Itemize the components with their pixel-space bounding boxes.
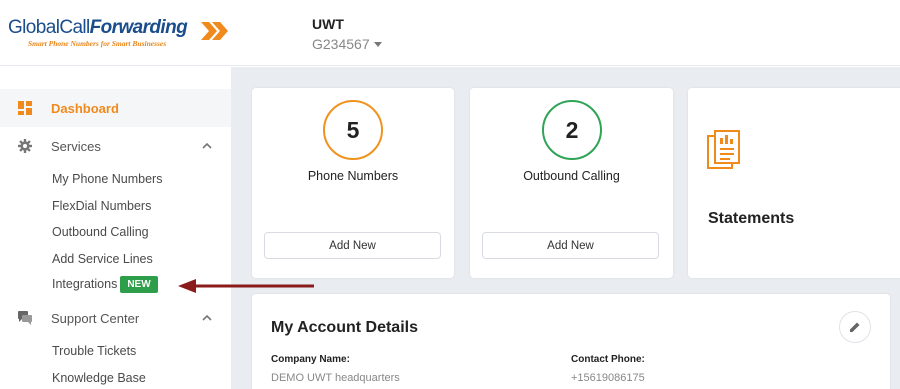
chevron-up-icon[interactable] <box>202 314 212 321</box>
outbound-calling-card: 2 Outbound Calling Add New <box>470 88 673 278</box>
outbound-calling-count[interactable]: 2 <box>542 100 602 160</box>
chat-icon <box>18 311 32 325</box>
sidebar-item-support-center[interactable]: Support Center <box>0 299 231 337</box>
phone-numbers-title: Phone Numbers <box>307 169 399 183</box>
sidebar-item-trouble-tickets[interactable]: Trouble Tickets <box>52 344 136 358</box>
sidebar-item-flexdial-numbers[interactable]: FlexDial Numbers <box>52 199 151 213</box>
caret-down-icon <box>373 41 382 47</box>
sidebar-item-services[interactable]: Services <box>0 127 231 165</box>
account-details-title: My Account Details <box>271 319 418 336</box>
account-name: UWT <box>312 16 344 32</box>
contact-phone-label: Contact Phone: <box>571 354 645 365</box>
top-bar: GlobalCallForwarding Smart Phone Numbers… <box>0 0 900 66</box>
account-details-card: My Account Details Company Name: DEMO UW… <box>252 294 890 389</box>
logo-wordmark: GlobalCallForwarding <box>8 17 188 38</box>
statements-title: Statements <box>708 210 795 227</box>
sidebar-item-add-service-lines[interactable]: Add Service Lines <box>52 252 153 266</box>
outbound-calling-title: Outbound Calling <box>523 169 620 183</box>
document-icon <box>707 130 740 169</box>
logo-tagline: Smart Phone Numbers for Smart Businesses <box>28 39 167 48</box>
chevron-up-icon[interactable] <box>202 142 212 149</box>
account-id-dropdown[interactable]: G234567 <box>312 36 382 52</box>
phone-numbers-count[interactable]: 5 <box>323 100 383 160</box>
sidebar-item-outbound-calling[interactable]: Outbound Calling <box>52 225 149 239</box>
add-outbound-calling-button[interactable]: Add New <box>482 232 659 259</box>
new-badge: NEW <box>120 276 158 293</box>
sidebar-item-label: Support Center <box>51 310 140 326</box>
gear-icon <box>18 139 32 153</box>
company-name-value: DEMO UWT headquarters <box>271 372 400 384</box>
sidebar-item-dashboard[interactable]: Dashboard <box>0 89 231 127</box>
main-content: 5 Phone Numbers Add New 2 Outbound Calli… <box>231 67 900 389</box>
contact-phone-value: +15619086175 <box>571 372 645 384</box>
logo-arrows-icon <box>201 22 228 40</box>
brand-logo[interactable]: GlobalCallForwarding Smart Phone Numbers… <box>8 18 233 58</box>
account-switcher[interactable]: UWT G234567 <box>312 16 382 52</box>
sidebar-item-my-phone-numbers[interactable]: My Phone Numbers <box>52 172 162 186</box>
sidebar: Dashboard Services My Phone Numbers Flex… <box>0 67 231 389</box>
sidebar-item-knowledge-base[interactable]: Knowledge Base <box>52 371 146 385</box>
sidebar-item-label: Services <box>51 138 101 154</box>
sidebar-item-integrations[interactable]: Integrations NEW <box>52 276 158 293</box>
sidebar-item-label: Dashboard <box>51 100 119 116</box>
company-name-label: Company Name: <box>271 354 350 365</box>
pencil-icon <box>850 322 860 332</box>
phone-numbers-card: 5 Phone Numbers Add New <box>252 88 454 278</box>
pointer-arrow-icon <box>178 279 314 293</box>
dashboard-icon <box>18 101 32 115</box>
sidebar-item-label: Integrations <box>52 277 118 291</box>
add-phone-number-button[interactable]: Add New <box>264 232 441 259</box>
edit-account-button[interactable] <box>839 311 871 343</box>
statements-card[interactable]: Statements <box>688 88 900 278</box>
account-id: G234567 <box>312 36 370 52</box>
